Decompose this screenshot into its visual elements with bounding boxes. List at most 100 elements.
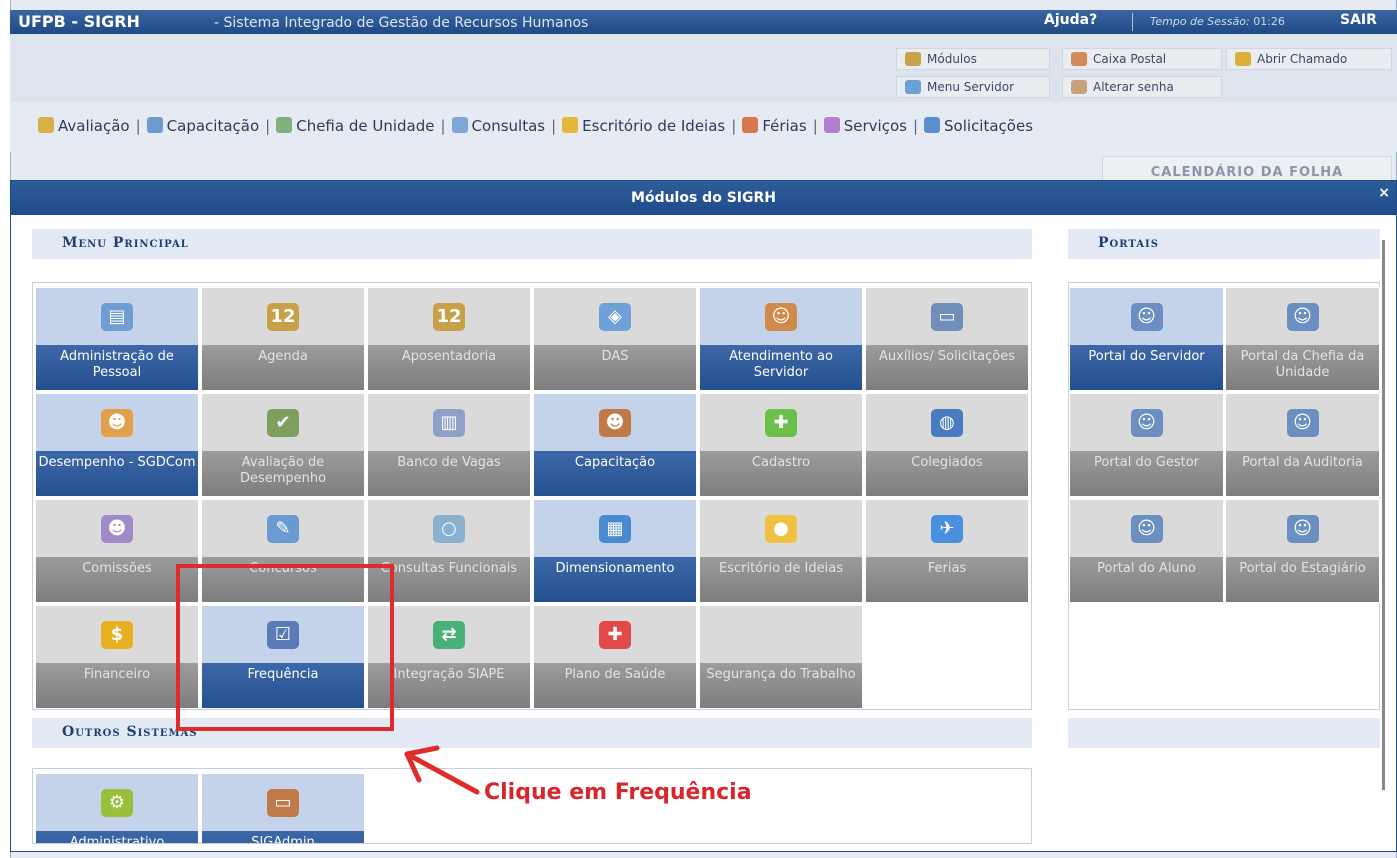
tile-icon-area: 12 <box>368 288 530 345</box>
menu-item-label: Chefia de Unidade <box>296 117 435 135</box>
highlight-box <box>176 564 394 731</box>
tile-icon-area: ▥ <box>368 394 530 451</box>
id-card-icon: ▤ <box>101 302 133 331</box>
search-icon <box>451 117 468 133</box>
module-tile[interactable]: $ Financeiro <box>35 605 199 709</box>
auditor-icon: ☺ <box>1286 408 1319 437</box>
magnifier-icon: ○ <box>433 514 465 543</box>
lightbulb-icon: ● <box>765 514 797 543</box>
server-menu-button[interactable]: Menu Servidor <box>896 76 1050 98</box>
modal-title: Módulos do SIGRH <box>631 190 776 206</box>
tile-label: Dimensionamento <box>534 557 696 602</box>
menu-item-7[interactable]: Solicitações <box>924 117 1033 135</box>
calendar-button[interactable]: Calendário da Folha <box>1102 156 1392 182</box>
tile-icon-area: ▤ <box>36 288 198 345</box>
tile-label: Auxílios/ Solicitações <box>866 345 1028 390</box>
tile-icon-area: ◍ <box>866 394 1028 451</box>
menu-separator: | <box>731 117 737 135</box>
open-ticket-button[interactable]: Abrir Chamado <box>1226 48 1392 70</box>
module-tile[interactable]: ◍ Colegiados <box>865 393 1029 497</box>
main-menu-bar: Avaliação | Capacitação | Chefia de Unidade |… <box>10 102 1397 152</box>
module-tile[interactable]: ☺ Portal do Servidor <box>1069 287 1224 391</box>
modules-button[interactable]: Módulos <box>896 48 1050 70</box>
tile-label: Colegiados <box>866 451 1028 496</box>
session-timer: Tempo de Sessão: 01:26 <box>1150 15 1285 28</box>
globe-icon: ◍ <box>931 408 963 437</box>
system-subtitle: - Sistema Integrado de Gestão de Recurso… <box>214 15 589 31</box>
module-tile[interactable]: ◈ DAS <box>533 287 697 391</box>
menu-separator: | <box>812 117 818 135</box>
module-tile[interactable]: ✚ Plano de Saúde <box>533 605 697 709</box>
portals-footer <box>1068 718 1380 748</box>
scrollbar[interactable] <box>1382 240 1385 790</box>
menu-item-2[interactable]: Chefia de Unidade <box>276 117 434 135</box>
system-brand[interactable]: UFPB - SIGRH <box>18 12 140 31</box>
menu-item-4[interactable]: Escritório de Ideias <box>562 117 725 135</box>
tile-label: Financeiro <box>36 663 198 708</box>
module-tile[interactable]: ☻ Comissões <box>35 499 199 603</box>
module-tile[interactable]: Segurança do Trabalho <box>699 605 863 709</box>
module-tile[interactable]: ✚ Cadastro <box>699 393 863 497</box>
tile-label: Administrativo <box>36 831 198 843</box>
module-tile[interactable]: ☺ Portal do Aluno <box>1069 499 1224 603</box>
menu-separator: | <box>265 117 271 135</box>
tile-icon-area: ☺ <box>700 288 862 345</box>
module-tile[interactable]: ☺ Portal do Estagiário <box>1225 499 1380 603</box>
box-icon: ◈ <box>599 302 631 331</box>
module-tile[interactable]: ☺ Portal da Auditoria <box>1225 393 1380 497</box>
menu-item-label: Consultas <box>471 117 546 135</box>
tile-icon-area: ✚ <box>534 606 696 663</box>
book-icon <box>146 117 163 133</box>
change-password-button[interactable]: Alterar senha <box>1062 76 1222 98</box>
tile-icon-area: ☺ <box>1226 288 1379 345</box>
logout-link[interactable]: SAIR <box>1340 12 1377 28</box>
menu-item-label: Serviços <box>843 117 907 135</box>
menu-item-label: Férias <box>762 117 807 135</box>
tile-label: Plano de Saúde <box>534 663 696 708</box>
module-tile[interactable]: ▦ Dimensionamento <box>533 499 697 603</box>
module-tile[interactable]: ☺ Portal do Gestor <box>1069 393 1224 497</box>
menu-item-5[interactable]: Férias <box>742 117 807 135</box>
mailbox-icon <box>1071 52 1087 66</box>
tile-label: Portal da Chefia da Unidade <box>1226 345 1379 390</box>
menu-item-1[interactable]: Capacitação <box>146 117 259 135</box>
module-tile[interactable]: ▥ Banco de Vagas <box>367 393 531 497</box>
tile-label: Portal do Servidor <box>1070 345 1223 390</box>
tile-icon-area: ✔ <box>202 394 364 451</box>
module-tile[interactable]: ☺ Atendimento ao Servidor <box>699 287 863 391</box>
lightbulb-icon <box>562 117 579 133</box>
tile-label: Cadastro <box>700 451 862 496</box>
module-tile[interactable]: ● Escritório de Ideias <box>699 499 863 603</box>
server-menu-button-label: Menu Servidor <box>927 80 1015 94</box>
computer-icon: ▭ <box>931 302 963 331</box>
module-tile[interactable]: ▭ Auxílios/ Solicitações <box>865 287 1029 391</box>
tile-icon-area: ☺ <box>1226 500 1379 557</box>
tile-label: SIGAdmin <box>202 831 364 843</box>
module-tile[interactable]: ⚙ Administrativo <box>35 773 199 843</box>
help-link[interactable]: Ajuda? <box>1044 12 1097 28</box>
module-tile[interactable]: ▭ SIGAdmin <box>201 773 365 843</box>
mailbox-button[interactable]: Caixa Postal <box>1062 48 1222 70</box>
menu-items: Avaliação | Capacitação | Chefia de Unidade |… <box>38 117 1033 135</box>
sync-icon: ⇄ <box>433 620 465 649</box>
module-tile[interactable]: ✔ Avaliação de Desempenho <box>201 393 365 497</box>
tile-label: Avaliação de Desempenho <box>202 451 364 496</box>
module-tile[interactable]: 12 Aposentadoria <box>367 287 531 391</box>
tile-label: DAS <box>534 345 696 390</box>
menu-item-6[interactable]: Serviços <box>823 117 907 135</box>
module-tile[interactable]: ☻ Desempenho - SGDCom <box>35 393 199 497</box>
org-chart-icon <box>276 117 293 133</box>
tile-label: Agenda <box>202 345 364 390</box>
module-tile[interactable]: ✈ Ferias <box>865 499 1029 603</box>
tile-label: Comissões <box>36 557 198 602</box>
module-tile[interactable]: 12 Agenda <box>201 287 365 391</box>
close-icon[interactable]: × <box>1378 185 1390 201</box>
menu-item-3[interactable]: Consultas <box>451 117 546 135</box>
menu-item-0[interactable]: Avaliação <box>38 117 130 135</box>
portals-title: Portais <box>1068 229 1380 259</box>
menu-item-label: Escritório de Ideias <box>582 117 726 135</box>
module-tile[interactable]: ☻ Capacitação <box>533 393 697 497</box>
tile-icon-area: ○ <box>368 500 530 557</box>
module-tile[interactable]: ▤ Administração de Pessoal <box>35 287 199 391</box>
module-tile[interactable]: ☺ Portal da Chefia da Unidade <box>1225 287 1380 391</box>
